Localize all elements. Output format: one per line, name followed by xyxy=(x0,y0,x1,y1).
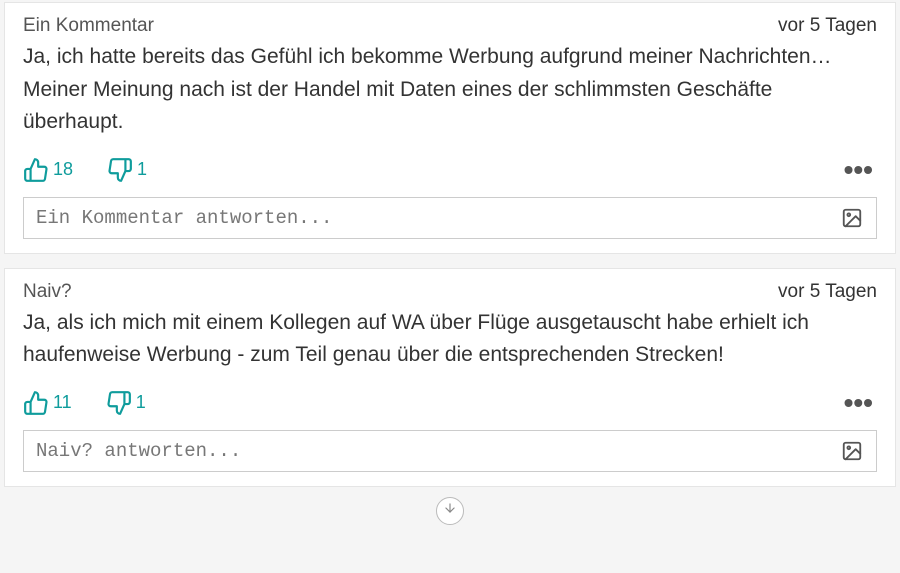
attach-image-button[interactable] xyxy=(840,207,864,229)
thumbs-up-icon xyxy=(23,157,49,183)
downvote-count: 1 xyxy=(136,392,146,413)
attach-image-button[interactable] xyxy=(840,440,864,462)
vote-group: 11 1 xyxy=(23,390,146,416)
thumbs-down-icon xyxy=(106,390,132,416)
comment-header: Ein Kommentar vor 5 Tagen xyxy=(23,15,877,37)
comment-body: Ja, als ich mich mit einem Kollegen auf … xyxy=(23,307,877,372)
comment-time: vor 5 Tagen xyxy=(778,15,877,37)
reply-placeholder: Ein Kommentar antworten... xyxy=(36,207,332,229)
load-more-button[interactable] xyxy=(436,497,464,525)
downvote-button[interactable]: 1 xyxy=(107,157,147,183)
arrow-down-icon xyxy=(443,501,457,520)
more-icon: ••• xyxy=(844,154,873,185)
comment-author: Ein Kommentar xyxy=(23,15,154,37)
more-icon: ••• xyxy=(844,387,873,418)
vote-group: 18 1 xyxy=(23,157,147,183)
comment-author: Naiv? xyxy=(23,281,72,303)
upvote-count: 18 xyxy=(53,159,73,180)
comment-card: Ein Kommentar vor 5 Tagen Ja, ich hatte … xyxy=(4,2,896,254)
comment-header: Naiv? vor 5 Tagen xyxy=(23,281,877,303)
upvote-button[interactable]: 18 xyxy=(23,157,73,183)
comment-body: Ja, ich hatte bereits das Gefühl ich bek… xyxy=(23,41,877,139)
thumbs-down-icon xyxy=(107,157,133,183)
upvote-count: 11 xyxy=(53,392,72,413)
load-more xyxy=(0,497,900,525)
comment-time: vor 5 Tagen xyxy=(778,281,877,303)
downvote-count: 1 xyxy=(137,159,147,180)
comment-actions: 18 1 ••• xyxy=(23,157,877,183)
comment-card: Naiv? vor 5 Tagen Ja, als ich mich mit e… xyxy=(4,268,896,487)
upvote-button[interactable]: 11 xyxy=(23,390,72,416)
more-button[interactable]: ••• xyxy=(840,160,877,179)
comment-actions: 11 1 ••• xyxy=(23,390,877,416)
thumbs-up-icon xyxy=(23,390,49,416)
reply-input[interactable]: Ein Kommentar antworten... xyxy=(23,197,877,239)
more-button[interactable]: ••• xyxy=(840,393,877,412)
image-icon xyxy=(840,440,864,462)
reply-placeholder: Naiv? antworten... xyxy=(36,440,241,462)
image-icon xyxy=(840,207,864,229)
reply-input[interactable]: Naiv? antworten... xyxy=(23,430,877,472)
downvote-button[interactable]: 1 xyxy=(106,390,146,416)
